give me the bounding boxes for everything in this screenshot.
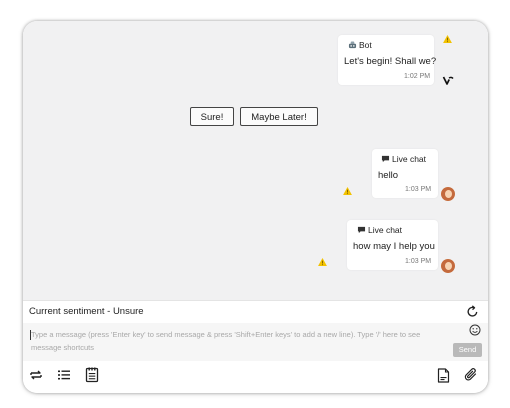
agent-message: Live chat how may I help you 1:03 PM	[347, 220, 438, 270]
refresh-icon[interactable]	[466, 305, 479, 318]
agent-message: Live chat hello 1:03 PM	[372, 149, 438, 198]
list-icon[interactable]	[57, 368, 71, 382]
transfer-icon[interactable]	[29, 368, 43, 382]
message-text: Let's begin! Shall we?	[344, 56, 437, 67]
message-text: hello	[378, 170, 399, 181]
message-composer[interactable]: Type a message (press 'Enter key' to sen…	[23, 323, 488, 361]
bot-logo-icon	[442, 76, 454, 85]
message-text: how may I help you	[353, 241, 435, 252]
message-sender-label: Live chat	[368, 225, 403, 235]
chat-window: Bot Let's begin! Shall we? 1:02 PM Sure!…	[23, 21, 488, 393]
quick-reply-maybe-later-button[interactable]: Maybe Later!	[240, 107, 318, 126]
attachment-icon[interactable]	[464, 367, 478, 383]
chat-bubble-icon	[381, 155, 390, 163]
message-time: 1:02 PM	[404, 73, 431, 80]
message-input[interactable]: Type a message (press 'Enter key' to sen…	[31, 328, 451, 354]
bot-message: Bot Let's begin! Shall we? 1:02 PM	[338, 35, 437, 85]
emoji-icon[interactable]	[469, 324, 481, 336]
chat-bubble-icon	[357, 226, 366, 234]
quick-reply-sure-button[interactable]: Sure!	[190, 107, 234, 126]
warning-icon[interactable]	[443, 35, 452, 43]
notes-icon[interactable]	[85, 367, 99, 383]
message-sender-label: Live chat	[392, 154, 427, 164]
agent-avatar	[441, 259, 455, 273]
warning-icon[interactable]	[343, 187, 352, 195]
agent-avatar	[441, 187, 455, 201]
send-button[interactable]: Send	[453, 343, 482, 357]
chat-transcript[interactable]: Bot Let's begin! Shall we? 1:02 PM Sure!…	[23, 21, 488, 300]
sentiment-label: Current sentiment - Unsure	[29, 306, 144, 317]
document-icon[interactable]	[437, 368, 450, 383]
message-sender-label: Bot	[359, 40, 372, 50]
warning-icon[interactable]	[318, 258, 327, 266]
sentiment-bar: Current sentiment - Unsure	[23, 300, 488, 324]
message-time: 1:03 PM	[405, 258, 432, 265]
bot-icon	[348, 41, 357, 49]
bottom-toolbar	[23, 361, 488, 393]
message-time: 1:03 PM	[405, 186, 432, 193]
